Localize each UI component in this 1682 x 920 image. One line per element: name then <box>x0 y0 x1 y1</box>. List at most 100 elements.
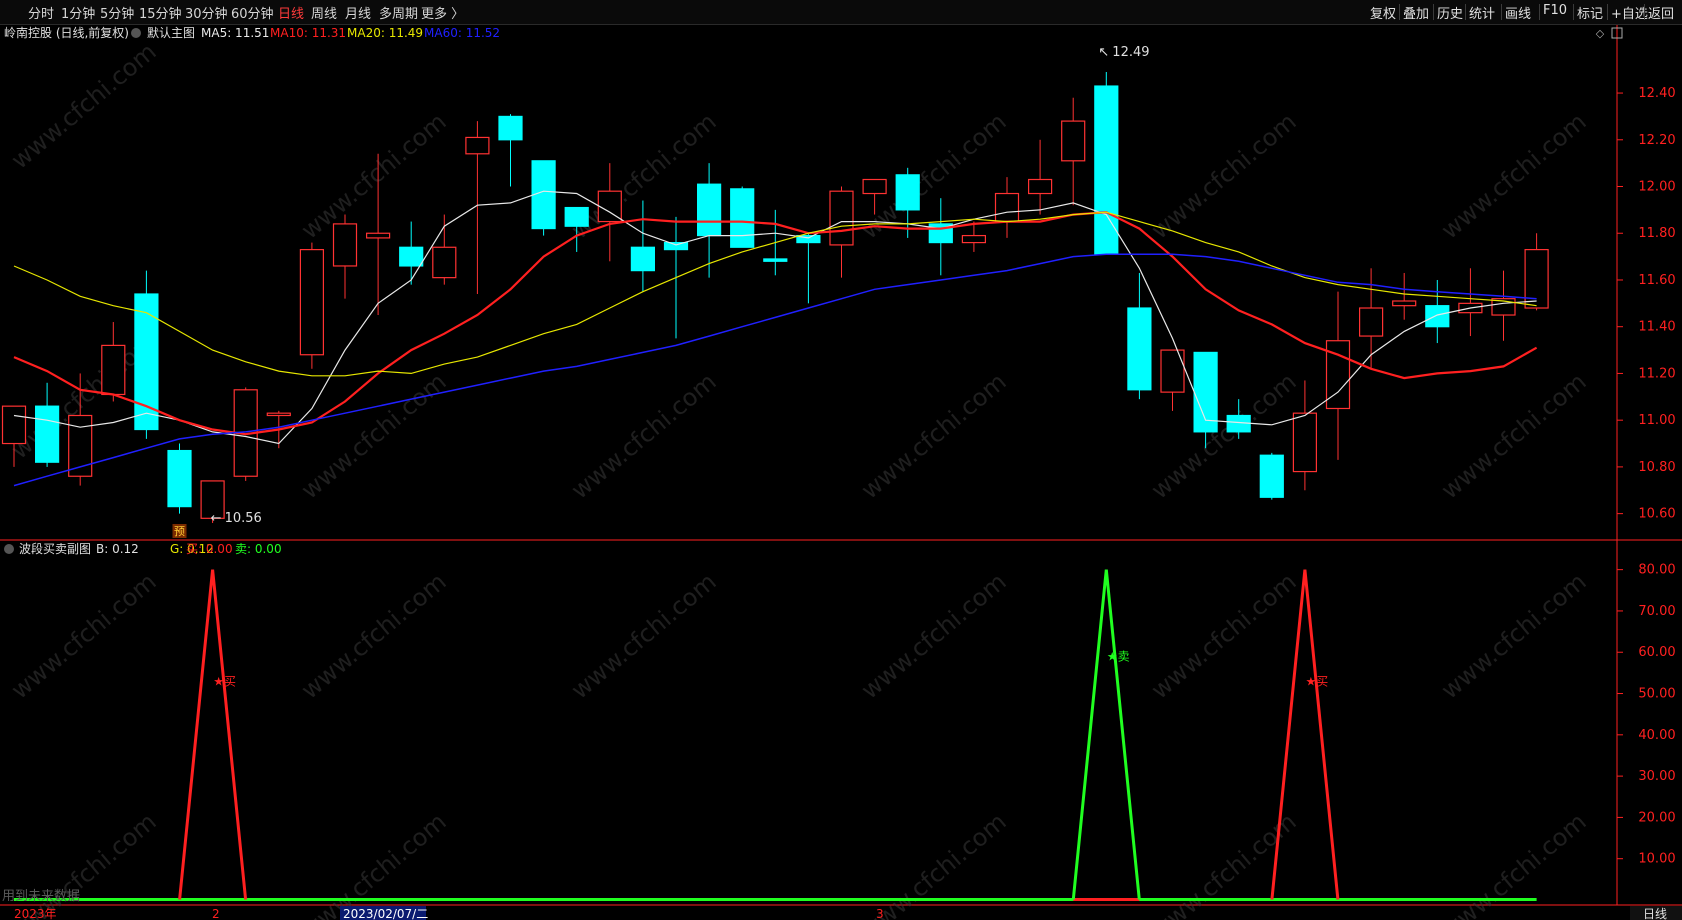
period-indicator: 日线 <box>1643 907 1667 920</box>
period-tab-2[interactable]: 5分钟 <box>100 3 134 22</box>
candle-body <box>663 241 689 251</box>
toolbar-separator <box>1573 4 1574 20</box>
period-tab-7[interactable]: 周线 <box>311 3 337 22</box>
price-tick-label: 11.80 <box>1638 226 1675 241</box>
price-tick-label: 10.80 <box>1638 460 1675 475</box>
sub-tick-label: 70.00 <box>1638 604 1675 619</box>
toolbar-button-2[interactable]: 历史 <box>1437 3 1463 22</box>
toolbar-separator <box>1607 4 1608 20</box>
candle-body <box>696 183 722 237</box>
toolbar-button-3[interactable]: 统计 <box>1469 3 1495 22</box>
candle-body <box>299 249 324 356</box>
price-tick-label: 11.60 <box>1638 273 1675 288</box>
period-tab-6[interactable]: 日线 <box>278 3 304 22</box>
high-price-label: 12.49 <box>1112 45 1149 60</box>
sub-indicator-dropdown-icon[interactable] <box>4 544 14 554</box>
candle-body <box>332 223 358 267</box>
toolbar-button-5[interactable]: F10 <box>1543 3 1567 18</box>
diamond-icon: ◇ <box>1596 27 1605 40</box>
period-tab-3[interactable]: 15分钟 <box>139 3 182 22</box>
ma10-label: MA10: 11.31 <box>270 26 346 40</box>
candle-body <box>101 344 126 396</box>
candle-body <box>1292 412 1318 473</box>
time-label: 3 <box>876 907 884 920</box>
toolbar-button-1[interactable]: 叠加 <box>1403 3 1429 22</box>
sub-tick-label: 10.00 <box>1638 852 1675 867</box>
toolbar-button-6[interactable]: 标记 <box>1577 3 1603 22</box>
toolbar-button-7[interactable]: +自选 <box>1611 3 1648 22</box>
toolbar-separator <box>1501 4 1502 20</box>
toolbar-separator <box>1399 4 1400 20</box>
buy-signal-marker: ★买 <box>1306 674 1329 688</box>
sell-signal-marker: ★卖 <box>1107 649 1130 663</box>
b-value-label: B: 0.12 <box>96 542 139 556</box>
candle-body <box>1061 120 1086 162</box>
candle-body <box>1226 414 1251 433</box>
candle-body <box>763 258 788 262</box>
candle-body <box>1160 349 1185 393</box>
price-tick-label: 12.20 <box>1638 133 1675 148</box>
main-indicator-name: 默认主图 <box>147 25 195 40</box>
chart-canvas: www.cfchi.comwww.cfchi.com www.cfchi.com w… <box>0 25 1682 920</box>
toolbar-separator <box>1433 4 1434 20</box>
sub-tick-label: 60.00 <box>1638 645 1675 660</box>
price-tick-label: 11.40 <box>1638 320 1675 335</box>
candle-body <box>1425 305 1450 328</box>
ma20-label: MA20: 11.49 <box>347 26 423 40</box>
ma60-label: MA60: 11.52 <box>424 26 500 40</box>
candle-body <box>1027 178 1053 195</box>
candle-body <box>829 190 854 246</box>
low-arrow: ← <box>211 511 222 526</box>
buy-value-label: 买: 0.00 <box>186 542 233 556</box>
candle-body <box>399 246 424 267</box>
candle-body <box>465 136 490 155</box>
toolbar-separator <box>1539 4 1540 20</box>
high-arrow: ↖ <box>1098 45 1109 60</box>
period-tab-10[interactable]: 更多 〉 <box>421 3 464 22</box>
top-toolbar: 分时 1分钟 5分钟 15分钟 30分钟 60分钟 日线 周线 月线 多周期 更多 〉 复权 叠加 历史统… <box>0 0 1682 25</box>
period-tab-4[interactable]: 30分钟 <box>185 3 228 22</box>
period-tab-9[interactable]: 多周期 <box>379 3 418 22</box>
candle-body <box>1358 307 1384 337</box>
candle-body <box>630 246 656 272</box>
ma5-label: MA5: 11.51 <box>201 26 269 40</box>
time-label: 2023年 <box>14 907 57 920</box>
sub-tick-label: 40.00 <box>1638 728 1675 743</box>
toolbar-button-4[interactable]: 画线 <box>1505 3 1531 22</box>
candle-body <box>730 188 755 248</box>
period-tab-5[interactable]: 60分钟 <box>231 3 274 22</box>
sub-indicator-name: 波段买卖副图 <box>19 541 91 556</box>
candle-body <box>266 412 291 417</box>
time-label: 2 <box>212 907 220 920</box>
candle-body <box>1127 307 1152 391</box>
candle-body <box>961 234 987 244</box>
period-tab-8[interactable]: 月线 <box>345 3 371 22</box>
sub-tick-label: 50.00 <box>1638 687 1675 702</box>
candle-body <box>1259 454 1284 498</box>
candle-body <box>1524 249 1549 309</box>
buy-signal-marker: ★买 <box>213 674 236 688</box>
price-tick-label: 11.20 <box>1638 366 1675 381</box>
period-tab-1[interactable]: 1分钟 <box>61 3 95 22</box>
price-tick-label: 11.00 <box>1638 413 1675 428</box>
sub-tick-label: 20.00 <box>1638 810 1675 825</box>
price-tick-label: 10.60 <box>1638 507 1675 522</box>
price-tick-label: 12.40 <box>1638 86 1675 101</box>
candle-body <box>994 192 1020 223</box>
sub-tick-label: 80.00 <box>1638 563 1675 578</box>
yu-marker: 预 <box>174 525 185 538</box>
toolbar-separator <box>1644 4 1645 20</box>
period-tab-0[interactable]: 分时 <box>28 3 54 22</box>
candle-body <box>34 405 60 463</box>
indicator-dropdown-icon[interactable] <box>131 28 141 38</box>
candle-body <box>366 232 391 239</box>
candle-body <box>531 160 556 230</box>
toolbar-button-8[interactable]: 返回 <box>1648 3 1674 22</box>
candle-body <box>895 174 920 211</box>
future-data-warning: 用到未来数据 <box>2 889 80 904</box>
cursor-date-label: 2023/02/07/二 <box>343 907 428 920</box>
price-tick-label: 12.00 <box>1638 180 1675 195</box>
candle-body <box>167 449 192 508</box>
candle-body <box>1 405 27 445</box>
toolbar-button-0[interactable]: 复权 <box>1370 3 1396 22</box>
